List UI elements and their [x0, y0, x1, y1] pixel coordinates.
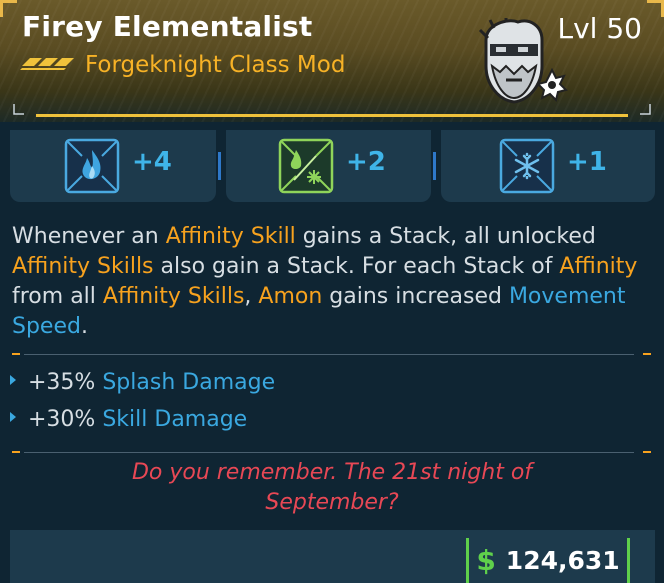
divider-mark-right	[643, 353, 651, 355]
fire-frost-skill-icon	[278, 138, 334, 194]
fire-skill-icon	[64, 138, 120, 194]
divider-mark-left	[12, 451, 20, 453]
description-text: .	[80, 314, 88, 339]
legendary-chevrons-icon	[20, 58, 74, 70]
skill-bonus-value: +4	[132, 147, 172, 177]
keyword-affinity: Affinity	[559, 254, 638, 279]
keyword-affinity-skills: Affinity Skills	[102, 284, 245, 309]
corner-marker-right	[640, 104, 651, 115]
item-type: Forgeknight Class Mod	[85, 52, 346, 78]
skill-box[interactable]: +4	[10, 130, 216, 202]
currency-icon: $	[476, 544, 496, 577]
price-box: $ 124,631	[466, 538, 630, 583]
description-text: from all	[12, 284, 103, 309]
stat-bonus-row: +35% Splash Damage	[10, 370, 275, 395]
stat-bonus-row: +30% Skill Damage	[10, 407, 247, 432]
keyword-affinity-skill: Affinity Skill	[165, 224, 296, 249]
corner-marker-left	[13, 104, 24, 115]
header-corner-left	[0, 0, 17, 17]
skill-box[interactable]: +1	[441, 130, 655, 202]
flavor-line: Do you remember. The 21st night of	[131, 460, 533, 485]
keyword-affinity-skills: Affinity Skills	[12, 254, 154, 279]
description-text: gains increased	[322, 284, 509, 309]
section-divider	[24, 354, 634, 355]
amon-portrait-icon	[478, 18, 568, 104]
item-header: Firey Elementalist Lvl 50 Forgeknight Cl…	[0, 0, 664, 122]
item-name: Firey Elementalist	[22, 10, 313, 43]
skill-bonus-value: +1	[567, 147, 607, 177]
divider-mark-left	[12, 353, 20, 355]
skill-separator	[433, 152, 436, 180]
section-divider	[24, 452, 634, 453]
skill-bonus-value: +2	[346, 147, 386, 177]
stat-bonus-value: +35%	[28, 370, 96, 395]
description-text: gains a Stack, all unlocked	[295, 224, 596, 249]
flavor-text: Do you remember. The 21st night of Septe…	[0, 458, 664, 518]
description-text: also gain a Stack. For each Stack of	[153, 254, 560, 279]
description-text: ,	[244, 284, 259, 309]
stat-bonus-name: Skill Damage	[102, 407, 248, 432]
keyword-amon: Amon	[258, 284, 323, 309]
item-description: Whenever an Affinity Skill gains a Stack…	[12, 222, 652, 342]
flavor-line: September?	[265, 490, 399, 515]
skill-separator	[218, 152, 221, 180]
description-text: Whenever an	[12, 224, 166, 249]
bullet-arrow-icon	[10, 375, 16, 385]
header-corner-right	[647, 0, 664, 17]
stat-bonus-value: +30%	[28, 407, 96, 432]
stat-bonus-name: Splash Damage	[102, 370, 276, 395]
item-price: 124,631	[505, 546, 620, 575]
divider-mark-right	[643, 451, 651, 453]
frost-skill-icon	[499, 138, 555, 194]
skill-box[interactable]: +2	[226, 130, 431, 202]
bullet-arrow-icon	[10, 412, 16, 422]
skill-bonus-row: +4 +2 +1	[0, 130, 664, 202]
header-underline	[36, 114, 628, 117]
